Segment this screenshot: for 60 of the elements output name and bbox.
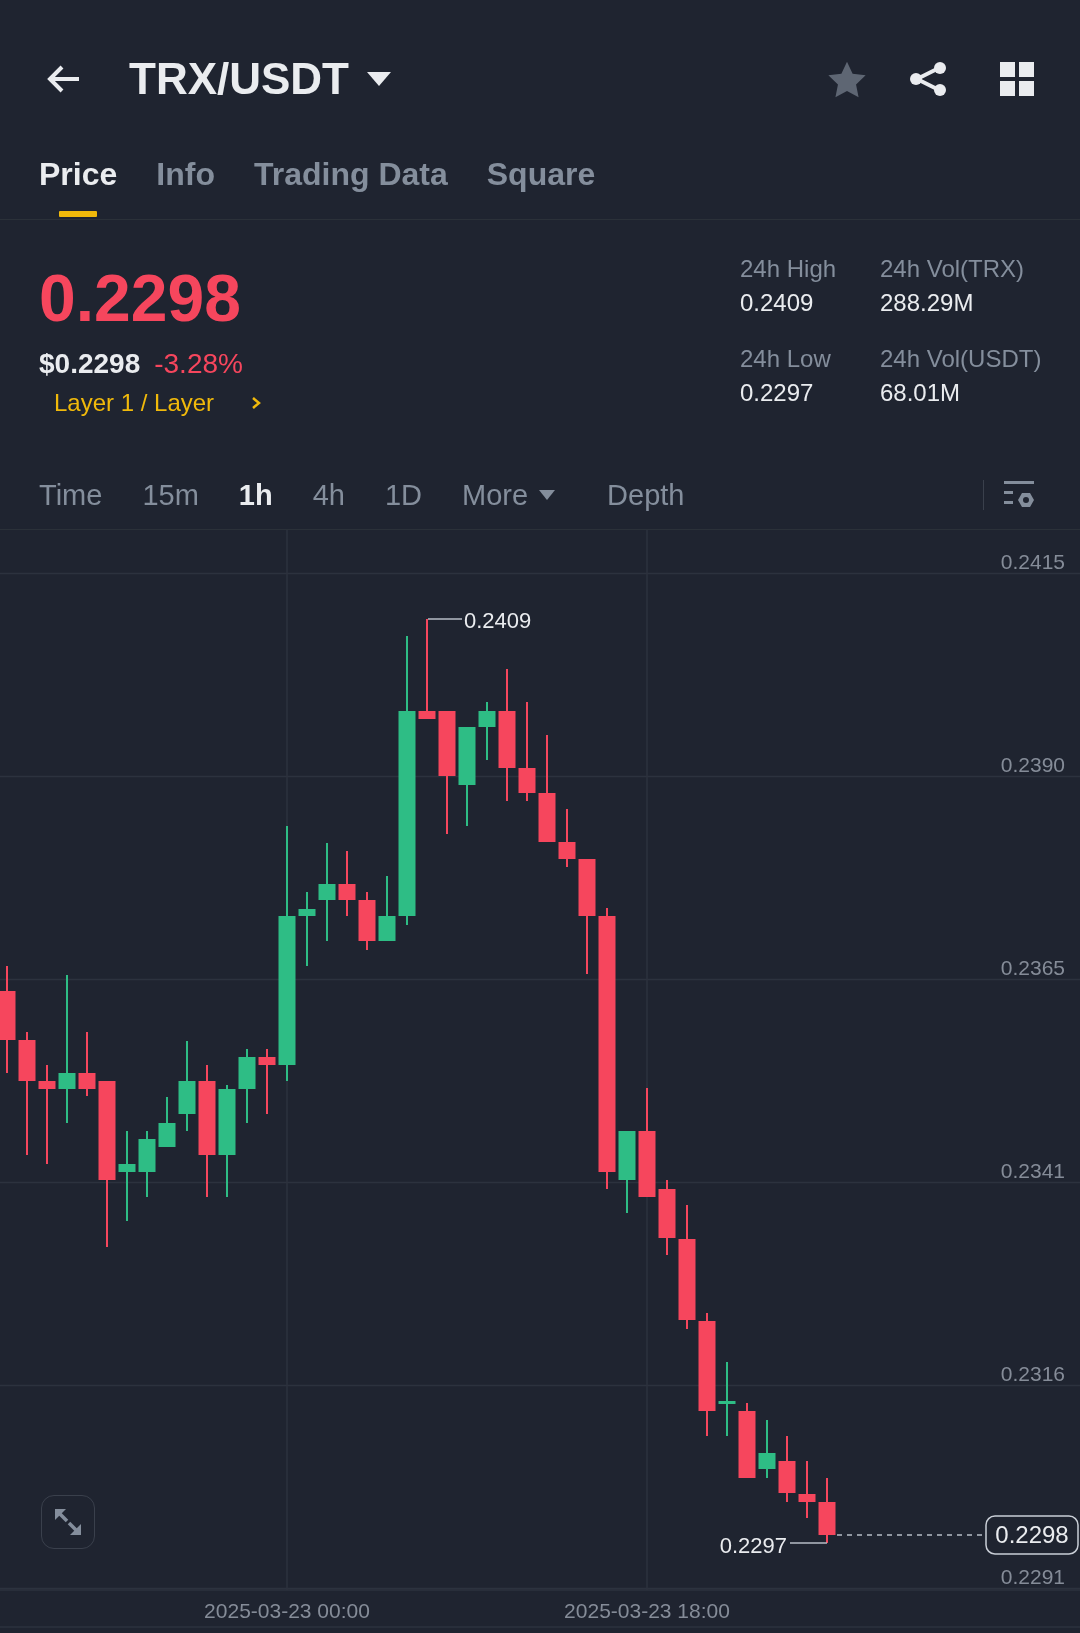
fullscreen-button[interactable] bbox=[41, 1495, 95, 1549]
low-price-label: 0.2297 bbox=[719, 1533, 787, 1558]
candle bbox=[138, 1131, 156, 1197]
price-axis-label: 0.2415 bbox=[1000, 550, 1065, 574]
star-icon[interactable] bbox=[828, 60, 866, 98]
candle bbox=[338, 851, 356, 916]
pair-title[interactable]: TRX/USDT bbox=[129, 57, 349, 101]
candle bbox=[478, 702, 496, 760]
stat-value: 0.2297 bbox=[740, 378, 814, 407]
caret-down-icon bbox=[539, 489, 556, 500]
candle bbox=[758, 1420, 776, 1478]
caret-down-icon[interactable] bbox=[367, 72, 391, 86]
candle bbox=[358, 892, 376, 950]
time-axis-label: 2025-03-23 00:00 bbox=[204, 1599, 370, 1622]
tab[interactable]: Square bbox=[486, 146, 596, 219]
interval-tab[interactable]: Depth bbox=[607, 476, 685, 513]
share-icon[interactable] bbox=[909, 60, 947, 98]
candle bbox=[78, 1032, 96, 1096]
stat-label: 24h Low bbox=[740, 344, 831, 374]
interval-tab[interactable]: 1D bbox=[384, 476, 422, 513]
leader-line bbox=[789, 1542, 828, 1544]
price-axis-label: 0.2390 bbox=[1000, 753, 1065, 777]
candle bbox=[778, 1436, 796, 1502]
settings-icon[interactable] bbox=[1004, 480, 1034, 509]
price-axis-label: 0.2341 bbox=[1000, 1159, 1065, 1183]
candle bbox=[818, 1478, 836, 1543]
interval-tab[interactable]: 15m bbox=[142, 476, 199, 513]
back-icon[interactable] bbox=[45, 64, 81, 94]
candle bbox=[798, 1461, 816, 1518]
stat-value: 0.2409 bbox=[740, 288, 814, 317]
candle bbox=[158, 1097, 176, 1147]
expand-icon bbox=[54, 1508, 82, 1536]
price-axis-label: 0.2316 bbox=[1000, 1362, 1065, 1386]
stat-label: 24h Vol(TRX) bbox=[880, 254, 1025, 284]
chevron-right-icon bbox=[251, 396, 262, 410]
leader-line bbox=[427, 618, 463, 620]
candle bbox=[258, 1049, 276, 1114]
last-price-tag: 0.2298 bbox=[985, 1515, 1079, 1555]
candle bbox=[558, 809, 576, 867]
stat-label: 24h Vol(USDT) bbox=[880, 344, 1042, 374]
category-link[interactable]: Layer 1 / Layer bbox=[54, 388, 262, 418]
interval-tab[interactable]: Time bbox=[39, 476, 103, 513]
usd-price: $0.2298 bbox=[39, 347, 141, 381]
tab[interactable]: Trading Data bbox=[253, 146, 448, 219]
grid-icon[interactable] bbox=[1000, 62, 1034, 96]
interval-tab[interactable]: More bbox=[462, 476, 568, 513]
high-price-label: 0.2409 bbox=[464, 608, 532, 633]
tab[interactable]: Price bbox=[39, 146, 118, 219]
stat-label: 24h High bbox=[740, 254, 837, 284]
last-price: 0.2298 bbox=[39, 265, 241, 331]
candle bbox=[378, 876, 396, 941]
tab[interactable]: Info bbox=[156, 146, 215, 219]
interval-tab[interactable]: 1h bbox=[238, 476, 273, 513]
price-axis-label: 0.2291 bbox=[1000, 1565, 1065, 1589]
stat-value: 288.29M bbox=[880, 288, 974, 317]
price-change: -3.28% bbox=[154, 347, 243, 381]
price-axis-label: 0.2365 bbox=[1000, 956, 1065, 980]
interval-tab[interactable]: 4h bbox=[312, 476, 345, 513]
time-axis-label: 2025-03-23 18:00 bbox=[564, 1599, 730, 1622]
stat-value: 68.01M bbox=[880, 378, 961, 407]
